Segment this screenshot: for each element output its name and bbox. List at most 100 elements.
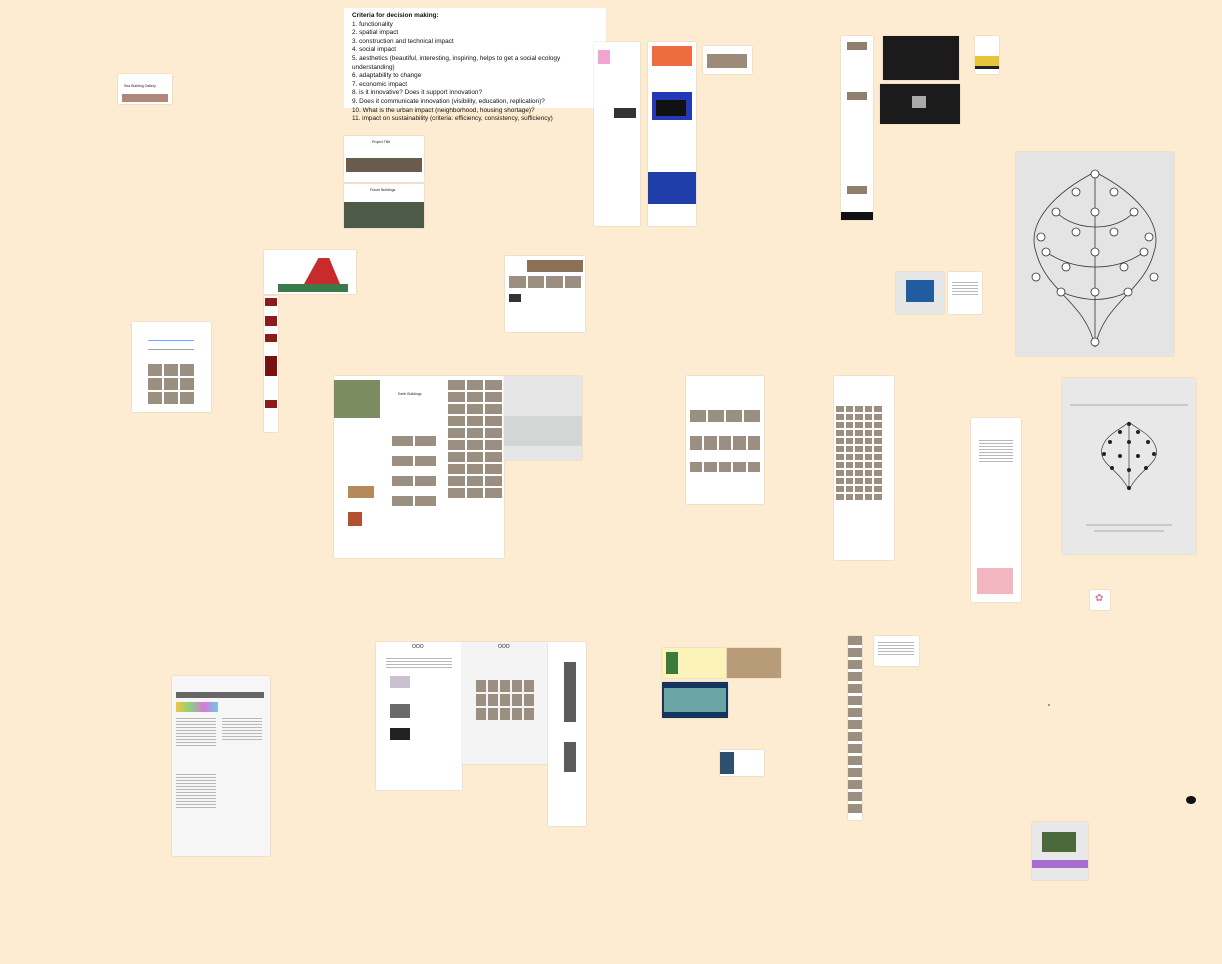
- tree-drawing-large[interactable]: [1016, 152, 1174, 356]
- screenshot-card-photo-column[interactable]: [848, 636, 862, 820]
- criteria-item: 1. functionality: [352, 20, 393, 28]
- criteria-item: 9. Does it communicate innovation (visib…: [352, 97, 545, 105]
- image-grid: [690, 410, 760, 422]
- thumb: [509, 294, 521, 302]
- card-image: [707, 54, 747, 68]
- text-lines: [979, 438, 1013, 464]
- screenshot-card-text-2[interactable]: [874, 636, 919, 666]
- thumb: [390, 704, 410, 718]
- screenshot-card-ooo-1[interactable]: OOO: [376, 642, 462, 790]
- thumb: [666, 652, 678, 674]
- card-title-lines: [148, 340, 194, 350]
- screenshot-card-red-column[interactable]: [264, 296, 278, 432]
- card-heading: OOO: [498, 644, 510, 650]
- screenshot-card-forest[interactable]: Future Buildings: [344, 184, 424, 228]
- card-image: [664, 688, 726, 712]
- pink-sticker[interactable]: ✿: [1090, 590, 1110, 610]
- blue-block: [648, 172, 696, 204]
- image-grid: [476, 680, 534, 720]
- screenshot-card-earth-collage[interactable]: Earth Buildings: [334, 376, 504, 558]
- criteria-list: 1. functionality 2. spatial impact 3. co…: [352, 21, 598, 124]
- image-grid: [690, 436, 760, 450]
- card-heading: Earth Buildings: [398, 392, 422, 396]
- text-lines: [176, 716, 216, 748]
- screenshot-card-yellow-page[interactable]: [662, 648, 726, 678]
- text-lines: [222, 716, 262, 742]
- thumb: [912, 96, 926, 108]
- screenshot-card-yellow[interactable]: [975, 36, 999, 74]
- criteria-item: 5. aesthetics (beautiful, interesting, i…: [352, 54, 561, 71]
- screenshot-card-small-left[interactable]: Sea Building Gallery: [118, 74, 172, 104]
- text-lines: [386, 656, 452, 670]
- thumb: [614, 108, 636, 118]
- criteria-item: 6. adaptability to change: [352, 72, 422, 80]
- card-image: [346, 158, 422, 172]
- aerial-image: [334, 380, 380, 418]
- thumb: [390, 728, 410, 740]
- screenshot-card-blue-text[interactable]: [132, 322, 211, 412]
- screenshot-card-interior[interactable]: [727, 648, 781, 678]
- image-grid: [448, 380, 502, 530]
- thumb: [265, 316, 277, 326]
- criteria-item: 4. social impact: [352, 46, 397, 54]
- screenshot-card-tall-page-2[interactable]: [648, 42, 696, 226]
- screenshot-card-map[interactable]: [504, 376, 582, 460]
- criteria-item: 10. What is the urban impact (neighborho…: [352, 106, 535, 114]
- card-image: [122, 94, 168, 102]
- card-heading: Sea Building Gallery: [124, 84, 156, 88]
- orange-hero: [652, 46, 692, 66]
- screenshot-card-project[interactable]: Project Title: [344, 136, 424, 182]
- criteria-item: 7. economic impact: [352, 80, 408, 88]
- image-grid: [848, 636, 862, 820]
- screenshot-card-products[interactable]: [686, 376, 764, 504]
- screenshot-card-tall-list[interactable]: [971, 418, 1021, 602]
- thumb: [847, 186, 867, 194]
- card-heading: OOO: [412, 644, 424, 650]
- thumb: [564, 742, 576, 772]
- screenshot-card-red-site[interactable]: [264, 250, 356, 294]
- screenshot-card-teal[interactable]: [662, 682, 728, 718]
- footer-bar: [841, 212, 873, 220]
- card-image: [344, 202, 424, 228]
- doc-heading-bar: [176, 692, 264, 698]
- card-heading: Future Buildings: [370, 188, 396, 192]
- screenshot-card-ooo-2[interactable]: OOO: [462, 642, 548, 764]
- thumb: [564, 662, 576, 722]
- screenshot-card-small-gallery[interactable]: [703, 46, 752, 74]
- card-image: [906, 280, 934, 302]
- screenshot-card-document[interactable]: [172, 676, 270, 856]
- pink-flower-icon: ✿: [1095, 593, 1104, 604]
- screenshot-card-dark-1[interactable]: [883, 36, 959, 80]
- screenshot-card-tall-page-3[interactable]: [841, 36, 873, 220]
- text-lines: [952, 280, 978, 297]
- screenshot-card-tall-page-1[interactable]: [594, 42, 640, 226]
- criteria-item: 11. impact on sustainability (criteria: …: [352, 115, 553, 123]
- poster-caption-line: [1094, 530, 1164, 532]
- screenshot-card-vertical-strip[interactable]: [548, 642, 586, 826]
- color-strip: [176, 702, 218, 712]
- image-grid: [509, 276, 581, 288]
- criteria-item: 8. is it innovative? Does it support inn…: [352, 89, 483, 97]
- screenshot-card-violet[interactable]: [1032, 822, 1088, 880]
- screenshot-card-small-teal[interactable]: [720, 750, 764, 776]
- thumb: [265, 334, 277, 342]
- criteria-item: 3. construction and technical impact: [352, 37, 454, 45]
- screenshot-card-text-1[interactable]: [948, 272, 982, 314]
- tree-diagram-icon: [1101, 421, 1157, 491]
- image-grid: [148, 364, 194, 404]
- criteria-title: Criteria for decision making:: [352, 12, 439, 19]
- yellow-band: [975, 56, 999, 66]
- thumb: [265, 356, 277, 376]
- tree-diagram-icon: [1031, 169, 1159, 348]
- screenshot-card-thumbnail-grid[interactable]: [834, 376, 894, 560]
- thumb: [847, 42, 867, 50]
- criteria-note[interactable]: Criteria for decision making: 1. functio…: [344, 8, 606, 122]
- tree-drawing-poster[interactable]: [1062, 378, 1196, 554]
- thumb: [348, 486, 374, 498]
- text-lines: [176, 772, 216, 810]
- screenshot-card-dark-2[interactable]: [880, 84, 960, 124]
- screenshot-card-blue-art[interactable]: [896, 272, 944, 314]
- canvas-dot: [1048, 704, 1050, 706]
- violet-band: [1032, 860, 1088, 868]
- screenshot-card-gallery-web[interactable]: [505, 256, 585, 332]
